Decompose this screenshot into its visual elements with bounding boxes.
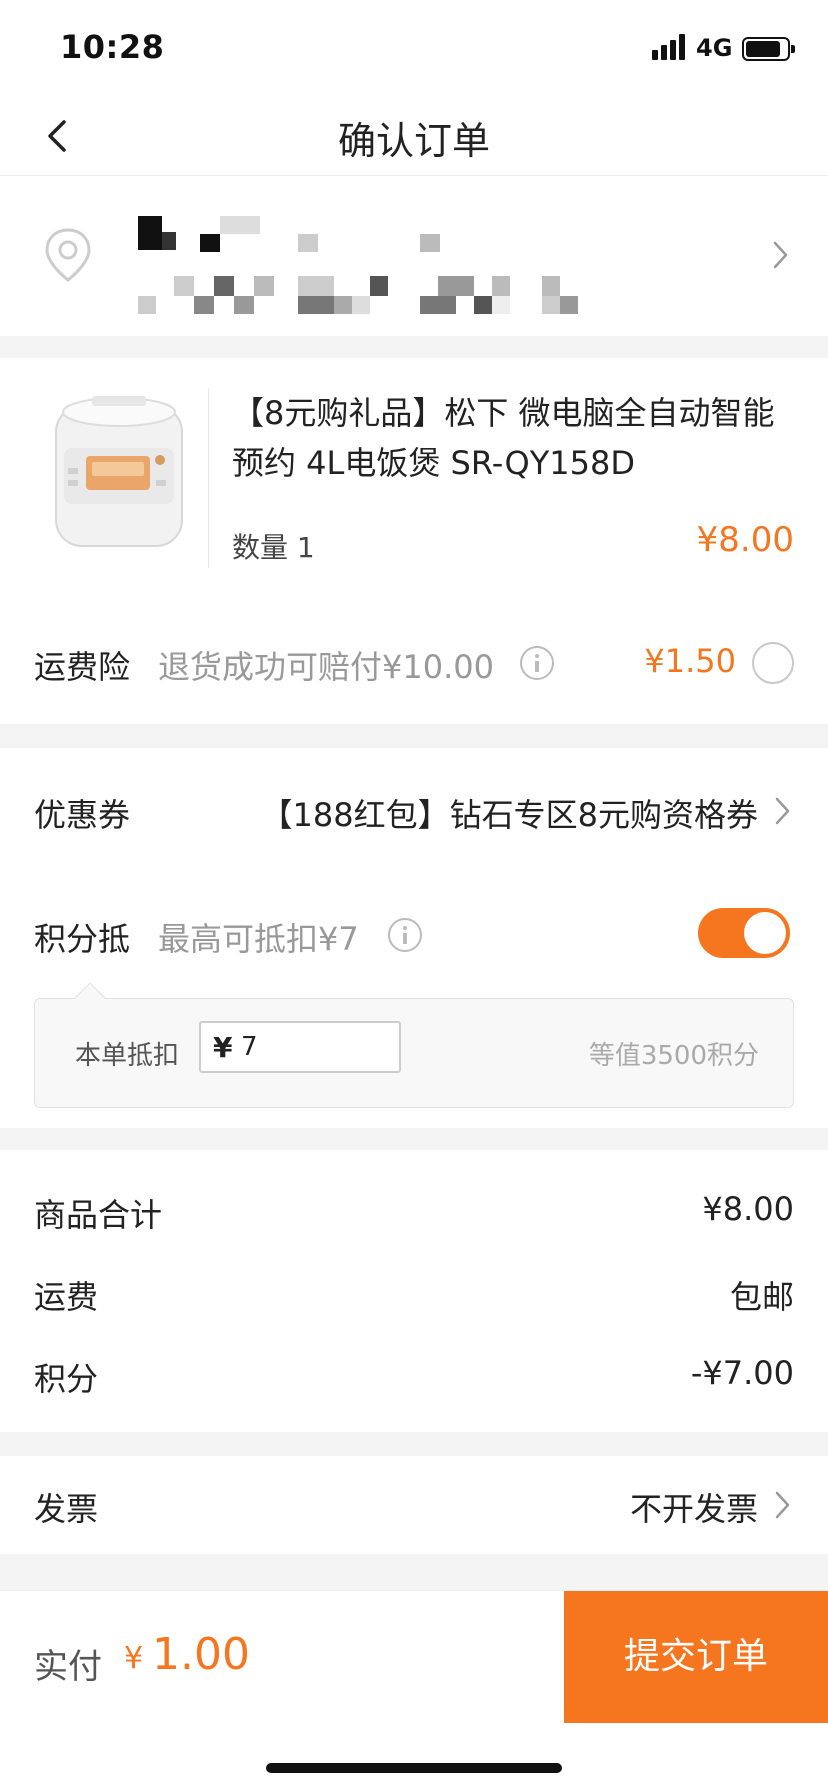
points-row: 积分抵 最高可抵扣¥7 本单抵扣 ¥ 等值3500积分 bbox=[0, 872, 828, 1128]
points-equivalent: 等值3500积分 bbox=[588, 1041, 759, 1071]
product-price: ¥8.00 bbox=[696, 520, 794, 560]
section-gap bbox=[0, 1432, 828, 1456]
location-pin-icon bbox=[45, 228, 91, 282]
order-summary: 商品合计 ¥8.00 运费 包邮 积分 -¥7.00 bbox=[0, 1150, 828, 1432]
shipping-label: 运费 bbox=[34, 1278, 99, 1316]
deduct-amount-field[interactable]: ¥ bbox=[199, 1021, 401, 1073]
signal-icon bbox=[652, 34, 688, 60]
subtotal-label: 商品合计 bbox=[34, 1196, 163, 1234]
info-icon[interactable] bbox=[520, 646, 554, 680]
pay-amount: 1.00 bbox=[152, 1629, 250, 1680]
invoice-row[interactable]: 发票 不开发票 bbox=[0, 1456, 828, 1554]
section-gap bbox=[0, 336, 828, 358]
confirm-order-page: 10:28 4G 确认订单 【8元购礼品】松下 微电脑全自动智能预约 4L电饭煲… bbox=[0, 0, 828, 1792]
network-type: 4G bbox=[696, 34, 733, 62]
points-deduction-label: 积分 bbox=[34, 1360, 99, 1398]
points-deduct-box: 本单抵扣 ¥ 等值3500积分 bbox=[34, 982, 794, 1108]
product-quantity: 数量 1 bbox=[232, 531, 315, 564]
thumbnail-divider bbox=[208, 388, 209, 568]
status-time: 10:28 bbox=[60, 28, 165, 66]
points-description: 最高可抵扣¥7 bbox=[158, 920, 359, 958]
coupon-label: 优惠券 bbox=[34, 796, 131, 834]
points-deduction-value: -¥7.00 bbox=[690, 1354, 794, 1392]
product-card: 【8元购礼品】松下 微电脑全自动智能预约 4L电饭煲 SR-QY158D 数量 … bbox=[0, 358, 828, 600]
address-detail-redacted bbox=[138, 276, 648, 316]
insurance-description: 退货成功可赔付¥10.00 bbox=[158, 648, 494, 686]
invoice-value: 不开发票 bbox=[629, 1490, 758, 1528]
currency-symbol: ¥ bbox=[213, 1031, 233, 1064]
nav-bar: 确认订单 bbox=[0, 96, 828, 176]
deduct-label: 本单抵扣 bbox=[75, 1041, 180, 1071]
invoice-label: 发票 bbox=[34, 1490, 99, 1528]
points-label: 积分抵 bbox=[34, 920, 131, 958]
status-bar: 10:28 4G bbox=[0, 0, 828, 96]
shipping-value: 包邮 bbox=[729, 1278, 794, 1316]
chevron-right-icon bbox=[775, 1491, 790, 1519]
page-title: 确认订单 bbox=[337, 119, 490, 163]
pay-currency-symbol: ¥ bbox=[124, 1641, 144, 1676]
shipping-insurance-row: 运费险 退货成功可赔付¥10.00 ¥1.50 bbox=[0, 600, 828, 724]
home-indicator bbox=[266, 1763, 562, 1773]
coupon-row[interactable]: 优惠券 【188红包】钻石专区8元购资格券 bbox=[0, 748, 828, 872]
points-toggle[interactable] bbox=[698, 908, 790, 958]
info-icon[interactable] bbox=[388, 918, 422, 952]
deduct-amount-input[interactable] bbox=[241, 1029, 391, 1065]
insurance-label: 运费险 bbox=[34, 648, 131, 686]
subtotal-value: ¥8.00 bbox=[702, 1190, 794, 1228]
battery-icon bbox=[742, 37, 795, 61]
chevron-right-icon bbox=[775, 797, 790, 825]
checkout-bar: 实付 ¥ 1.00 提交订单 bbox=[0, 1590, 828, 1792]
product-thumbnail bbox=[55, 396, 183, 547]
section-gap bbox=[0, 1554, 828, 1590]
section-gap bbox=[0, 724, 828, 748]
address-recipient-redacted bbox=[138, 216, 458, 256]
chevron-right-icon bbox=[773, 241, 788, 269]
address-row[interactable] bbox=[0, 176, 828, 336]
insurance-price: ¥1.50 bbox=[644, 642, 736, 680]
pay-label: 实付 bbox=[34, 1647, 102, 1687]
coupon-value: 【188红包】钻石专区8元购资格券 bbox=[260, 796, 758, 834]
section-gap bbox=[0, 1128, 828, 1150]
insurance-radio[interactable] bbox=[752, 642, 794, 684]
submit-order-button[interactable]: 提交订单 bbox=[564, 1591, 828, 1723]
product-title: 【8元购礼品】松下 微电脑全自动智能预约 4L电饭煲 SR-QY158D bbox=[232, 394, 775, 482]
